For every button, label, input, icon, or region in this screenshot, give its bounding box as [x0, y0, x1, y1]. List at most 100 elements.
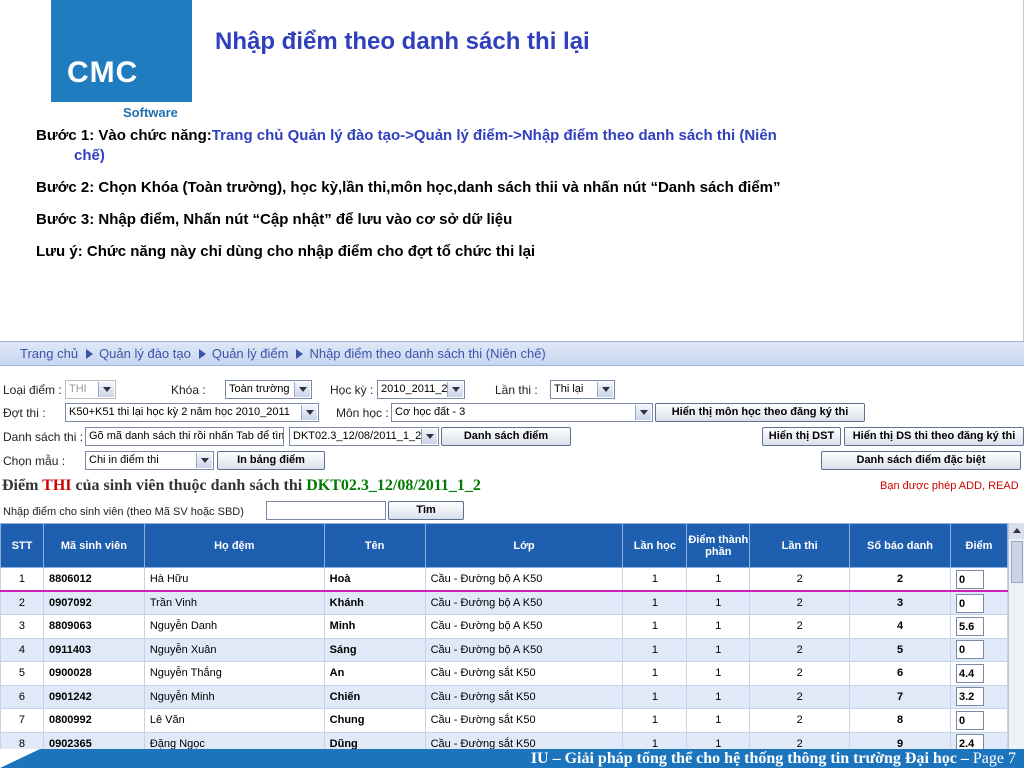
table-row[interactable]: 1 8806012 Hà Hữu Hoà Cầu - Đường bộ A K50 1 1 2… [0, 567, 1009, 592]
print-scores-button[interactable]: In bảng điểm [217, 451, 325, 470]
scroll-thumb[interactable] [1011, 541, 1023, 583]
cell-exam-attempt: 2 [749, 614, 851, 639]
cell-student-id: 8809063 [42, 614, 145, 639]
cell-candidate-number: 8 [849, 708, 951, 733]
show-registered-list-button[interactable]: Hiển thị DS thi theo đăng ký thi [844, 427, 1024, 446]
lan-thi-select[interactable]: Thi lại [550, 380, 615, 399]
show-dst-button[interactable]: Hiển thị DST [762, 427, 841, 446]
cell-student-id: 8806012 [42, 567, 145, 592]
cell-name: Hoà [323, 567, 426, 592]
scroll-up-icon[interactable] [1009, 523, 1024, 539]
col-header-class[interactable]: Lớp [424, 523, 624, 568]
col-header-exam-attempt[interactable]: Lần thi [749, 523, 851, 568]
note: Lưu ý: Chức năng này chỉ dùng cho nhập đ… [36, 243, 536, 260]
khoa-value: Toàn trường [229, 383, 290, 395]
footer-wedge [0, 749, 40, 768]
cell-study-attempt: 1 [622, 708, 688, 733]
table-scrollbar[interactable] [1008, 523, 1024, 753]
student-search-input[interactable] [266, 501, 386, 520]
template-select[interactable]: Chi in điểm thi [85, 451, 214, 470]
loai-diem-label: Loại điểm : [3, 383, 62, 397]
table-row[interactable]: 6 0901242 Nguyễn Minh Chiến Cầu - Đường sắt … [0, 684, 1009, 709]
cell-score: 4.4 [949, 661, 1009, 686]
score-input[interactable]: 5.6 [955, 616, 984, 636]
cell-stt: 4 [0, 637, 44, 662]
col-header-score[interactable]: Điểm [949, 523, 1009, 568]
table-row[interactable]: 3 8809063 Nguyễn Danh Minh Cầu - Đường bộ A … [0, 614, 1009, 639]
score-list-button[interactable]: Danh sách điểm [441, 427, 571, 446]
cell-score: 0 [949, 637, 1009, 662]
score-input[interactable]: 3.2 [955, 687, 984, 707]
breadcrumb-item-training[interactable]: Quản lý đào tạo [99, 346, 191, 361]
chon-mau-label: Chọn mẫu : [3, 454, 66, 468]
cell-component-score: 1 [686, 637, 751, 662]
cell-study-attempt: 1 [622, 661, 688, 686]
cell-class: Cầu - Đường sắt K50 [424, 684, 624, 709]
dot-thi-label: Đợt thi : [3, 406, 46, 420]
cell-surname: Nguyễn Danh [143, 614, 325, 639]
cell-class: Cầu - Đường bộ A K50 [424, 590, 624, 615]
table-row[interactable]: 7 0800992 Lê Văn Chung Cầu - Đường sắt K50 1 1… [0, 708, 1009, 733]
mon-hoc-label: Môn học : [336, 406, 389, 420]
cell-stt: 1 [0, 567, 44, 592]
mon-hoc-select[interactable]: Cơ học đất - 3 [391, 403, 653, 422]
app-screenshot: Trang chủ Quản lý đào tạo Quản lý điểm N… [0, 341, 1024, 768]
cell-component-score: 1 [686, 684, 751, 709]
chevron-down-icon [294, 382, 310, 397]
cell-exam-attempt: 2 [749, 567, 851, 592]
cell-exam-attempt: 2 [749, 684, 851, 709]
instruction-steps: Bước 1: Vào chức năng:Trang chủ Quản lý … [36, 126, 976, 274]
search-button[interactable]: Tìm [388, 501, 464, 520]
dot-thi-select[interactable]: K50+K51 thi lại học kỳ 2 năm học 2010_20… [65, 403, 319, 422]
col-header-student-id[interactable]: Mã sinh viên [42, 523, 145, 568]
breadcrumb-arrow-icon [198, 348, 206, 359]
cell-surname: Hà Hữu [143, 567, 325, 592]
cell-component-score: 1 [686, 590, 751, 615]
show-subjects-button[interactable]: Hiển thị môn học theo đăng ký thi [655, 403, 865, 422]
table-row[interactable]: 5 0900028 Nguyễn Thắng An Cầu - Đường sắt K5… [0, 661, 1009, 686]
col-header-component-score[interactable]: Điểm thành phần [686, 523, 751, 568]
cell-surname: Trần Vinh [143, 590, 325, 615]
table-row[interactable]: 2 0907092 Trần Vinh Khánh Cầu - Đường bộ A K… [0, 590, 1009, 615]
cell-name: Khánh [323, 590, 426, 615]
breadcrumb-item-scores[interactable]: Quản lý điểm [212, 346, 289, 361]
step-2: Bước 2: Chọn Khóa (Toàn trường), học kỳ,… [36, 179, 781, 196]
chevron-down-icon [196, 453, 212, 468]
slide-title: Nhập điểm theo danh sách thi lại [215, 28, 590, 55]
hoc-ky-select[interactable]: 2010_2011_2 [377, 380, 465, 399]
col-header-study-attempt[interactable]: Lần học [622, 523, 688, 568]
col-header-surname[interactable]: Họ đệm [143, 523, 325, 568]
step-1-path-cont: chế) [74, 147, 105, 164]
exam-list-value: DKT02.3_12/08/2011_1_2 [293, 430, 422, 442]
table-row[interactable]: 4 0911403 Nguyễn Xuân Sáng Cầu - Đường bộ A … [0, 637, 1009, 662]
special-score-list-button[interactable]: Danh sách điểm đặc biệt [821, 451, 1021, 470]
cell-score: 5.6 [949, 614, 1009, 639]
cell-class: Cầu - Đường sắt K50 [424, 708, 624, 733]
footer-text: IU – Giải pháp tổng thể cho hệ thống thô… [531, 749, 1016, 768]
cell-student-id: 0800992 [42, 708, 145, 733]
cell-student-id: 0900028 [42, 661, 145, 686]
cell-candidate-number: 6 [849, 661, 951, 686]
exam-list-search-input[interactable]: Gõ mã danh sách thi rồi nhấn Tab để tìm [85, 427, 284, 446]
cell-surname: Nguyễn Minh [143, 684, 325, 709]
khoa-select[interactable]: Toàn trường [225, 380, 312, 399]
score-input[interactable]: 4.4 [955, 663, 984, 683]
chevron-down-icon [98, 382, 114, 397]
breadcrumb-item-home[interactable]: Trang chủ [20, 346, 78, 361]
student-search-label: Nhập điểm cho sinh viên (theo Mã SV hoặc… [3, 506, 244, 518]
cell-name: Chung [323, 708, 426, 733]
exam-list-select[interactable]: DKT02.3_12/08/2011_1_2 [289, 427, 439, 446]
col-header-name[interactable]: Tên [323, 523, 426, 568]
col-header-stt[interactable]: STT [0, 523, 44, 568]
score-input[interactable]: 0 [955, 569, 984, 589]
breadcrumb-arrow-icon [296, 348, 304, 359]
cell-score: 0 [949, 590, 1009, 615]
cell-student-id: 0907092 [42, 590, 145, 615]
cell-stt: 3 [0, 614, 44, 639]
score-input[interactable]: 0 [955, 593, 984, 613]
score-input[interactable]: 0 [955, 710, 984, 730]
score-input[interactable]: 0 [955, 640, 984, 660]
chevron-down-icon [635, 405, 651, 420]
col-header-candidate-number[interactable]: Số báo danh [849, 523, 951, 568]
cell-candidate-number: 7 [849, 684, 951, 709]
